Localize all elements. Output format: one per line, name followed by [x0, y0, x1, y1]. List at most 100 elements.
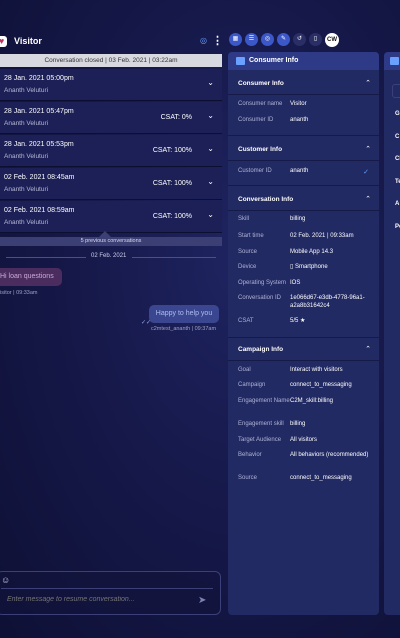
row-value: 1e066d67-e3db-4778-96a1-a2a8b31642c4 — [290, 295, 365, 309]
row-label: Engagement Name — [238, 398, 290, 404]
row-value: connect_to_messaging — [290, 382, 352, 388]
card-icon — [236, 57, 245, 65]
conversation-item[interactable]: 02 Feb. 2021 08:59am Ananth Veluturi CSA… — [0, 201, 222, 233]
row-value: Mobile App 14.3 — [290, 249, 372, 257]
row-value: Interact with visitors — [290, 367, 343, 373]
card-icon — [390, 57, 399, 65]
previous-conversations-toggle[interactable]: 5 previous conversations — [0, 237, 222, 246]
verified-icon: ✓ — [363, 169, 369, 176]
row-value: 02 Feb. 2021 | 09:33am — [290, 233, 354, 239]
conversation-item[interactable]: 28 Jan. 2021 05:00pm Ananth Veluturi ⌄ — [0, 69, 222, 101]
row-value: C2M_skill:billing — [290, 398, 334, 404]
grid-icon[interactable]: ▦ — [229, 33, 242, 46]
date-separator: 02 Feb. 2021 — [0, 252, 222, 262]
message-input[interactable] — [7, 596, 187, 603]
divider — [228, 135, 379, 136]
conversation-date: 02 Feb. 2021 08:59am — [4, 207, 75, 214]
compass-icon[interactable]: ◎ — [261, 33, 274, 46]
secondary-item[interactable]: Cl — [395, 156, 400, 162]
conversation-csat: CSAT: 100% — [152, 213, 192, 220]
row-label: Consumer name — [238, 101, 283, 107]
conversation-item[interactable]: 28 Jan. 2021 05:47pm Ananth Veluturi CSA… — [0, 102, 222, 134]
secondary-item[interactable]: G — [395, 111, 400, 117]
agent-message-meta: c2mtest_ananth | 09:37am — [151, 326, 217, 332]
chevron-up-icon[interactable]: ⌃ — [365, 79, 371, 87]
device-value: Smartphone — [294, 264, 328, 270]
divider — [228, 185, 379, 186]
row-value: 5/5 ★ — [290, 318, 306, 324]
chevron-down-icon[interactable]: ⌄ — [207, 111, 214, 120]
section-consumer-info[interactable]: Consumer Info ⌃ — [228, 77, 379, 91]
row-label: Source — [238, 475, 258, 481]
chevron-up-icon[interactable]: ⌃ — [365, 145, 371, 153]
conversation-agent: Ananth Veluturi — [4, 120, 49, 127]
conversation-date: 02 Feb. 2021 08:45am — [4, 174, 75, 181]
row-label: Consumer ID — [238, 117, 274, 123]
chevron-down-icon[interactable]: ⌄ — [207, 144, 214, 153]
chevron-down-icon[interactable]: ⌄ — [207, 210, 214, 219]
chevron-down-icon[interactable]: ⌄ — [207, 78, 214, 87]
info-icon[interactable]: ◎ — [200, 36, 207, 45]
conversation-agent: Ananth Veluturi — [4, 87, 49, 94]
conversation-item[interactable]: 02 Feb. 2021 08:45am Ananth Veluturi CSA… — [0, 168, 222, 200]
edit-icon[interactable]: ✎ — [277, 33, 290, 46]
row-label: Goal — [238, 367, 251, 373]
row-label: Engagement skill — [238, 421, 284, 427]
consumer-info-panel: Consumer Info Consumer Info ⌃ Consumer n… — [228, 52, 379, 615]
source-value: Mobile App 14.3 — [290, 249, 334, 255]
row-label: Customer ID — [238, 168, 272, 174]
emoji-icon[interactable]: ☺ — [1, 575, 10, 585]
search-field[interactable] — [392, 84, 400, 98]
row-value: billing — [290, 421, 306, 427]
section-campaign-info[interactable]: Campaign Info ⌃ — [228, 343, 379, 357]
conversation-item[interactable]: 28 Jan. 2021 05:53pm Ananth Veluturi CSA… — [0, 135, 222, 167]
chat-header: ♥ Visitor ◎ ⋮ — [0, 34, 223, 50]
section-title: Conversation Info — [238, 196, 294, 203]
row-value: ananth — [290, 117, 309, 123]
history-icon[interactable]: ↺ — [293, 33, 306, 46]
row-label: Target Audience — [238, 437, 282, 443]
panel-header: Consumer Info — [228, 52, 379, 70]
date-separator-label: 02 Feb. 2021 — [91, 253, 127, 259]
visitor-message: Hi loan questions — [0, 268, 62, 286]
row-value: All visitors — [290, 437, 318, 443]
section-title: Customer Info — [238, 146, 283, 153]
trash-icon[interactable]: ▯ — [309, 33, 322, 46]
conversation-date: 28 Jan. 2021 05:47pm — [4, 108, 74, 115]
conversation-date: 28 Jan. 2021 05:00pm — [4, 75, 74, 82]
divider — [132, 257, 216, 258]
section-title: Campaign Info — [238, 346, 284, 353]
row-label: Behavior — [238, 452, 262, 458]
secondary-item[interactable]: A — [395, 201, 399, 207]
panel-header — [384, 52, 400, 70]
section-conversation-info[interactable]: Conversation Info ⌃ — [228, 193, 379, 207]
divider — [6, 257, 86, 258]
list-icon[interactable]: ☰ — [245, 33, 258, 46]
agent-avatar[interactable]: CW — [325, 33, 339, 47]
visitor-message-meta: isitor | 09:33am — [0, 290, 38, 296]
row-label: Start time — [238, 233, 264, 239]
row-value: IOS — [290, 280, 301, 286]
agent-message: Happy to help you — [149, 305, 219, 323]
row-label: Conversation ID — [238, 295, 282, 301]
row-label: Source — [238, 249, 258, 255]
send-icon[interactable]: ➤ — [198, 595, 206, 606]
secondary-item[interactable]: C — [395, 134, 399, 140]
chevron-down-icon[interactable]: ⌄ — [207, 177, 214, 186]
chevron-up-icon[interactable]: ⌃ — [365, 195, 371, 203]
conversation-agent: Ananth Veluturi — [4, 186, 49, 193]
secondary-item[interactable]: Te — [395, 179, 400, 185]
secondary-panel: G C Cl Te A Pe — [384, 52, 400, 615]
read-receipt-icon: ✓✓ — [141, 320, 152, 326]
chevron-up-icon[interactable]: ⌃ — [365, 345, 371, 353]
conversation-csat: CSAT: 100% — [152, 147, 192, 154]
row-label: Device — [238, 264, 257, 270]
row-value: All behaviors (recommended) — [290, 452, 369, 458]
divider — [228, 160, 379, 161]
divider — [228, 210, 379, 211]
secondary-item[interactable]: Pe — [395, 224, 400, 230]
conversation-agent: Ananth Veluturi — [4, 219, 49, 226]
row-value: ▯ Smartphone — [290, 264, 372, 272]
section-customer-info[interactable]: Customer Info ⌃ — [228, 143, 379, 157]
more-options-icon[interactable]: ⋮ — [212, 34, 223, 47]
